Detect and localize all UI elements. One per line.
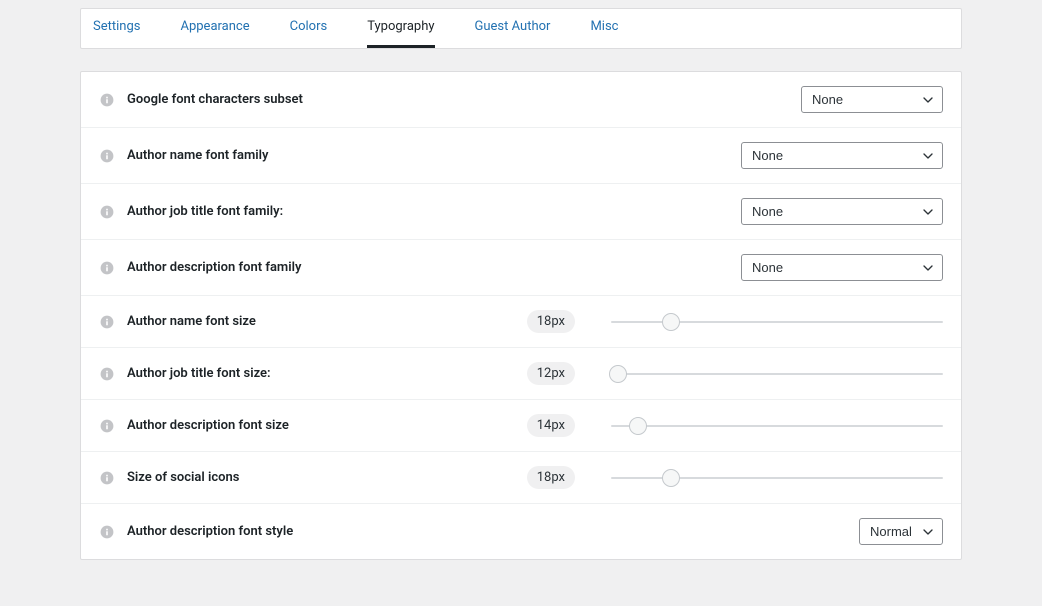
label-author-job-size: Author job title font size: <box>127 366 271 381</box>
tab-guest-author[interactable]: Guest Author <box>475 9 551 48</box>
info-icon <box>99 314 115 330</box>
badge-author-job-size: 12px <box>527 362 575 385</box>
tabs: Settings Appearance Colors Typography Gu… <box>81 9 961 48</box>
select-author-desc-style[interactable]: Normal <box>859 518 943 545</box>
info-icon <box>99 148 115 164</box>
info-icon <box>99 418 115 434</box>
select-author-job-family[interactable]: None <box>741 198 943 225</box>
select-author-name-family[interactable]: None <box>741 142 943 169</box>
info-icon <box>99 92 115 108</box>
slider-social-icon-size[interactable] <box>611 469 943 487</box>
select-google-subset[interactable]: None <box>801 86 943 113</box>
info-icon <box>99 260 115 276</box>
row-author-name-family: Author name font family None <box>81 128 961 184</box>
tab-typography[interactable]: Typography <box>367 9 434 48</box>
badge-author-desc-size: 14px <box>527 414 575 437</box>
label-social-icon-size: Size of social icons <box>127 470 239 485</box>
info-icon <box>99 366 115 382</box>
label-google-subset: Google font characters subset <box>127 92 303 107</box>
tab-settings[interactable]: Settings <box>93 9 140 48</box>
row-google-subset: Google font characters subset None <box>81 72 961 128</box>
tab-misc[interactable]: Misc <box>590 9 618 48</box>
tabs-panel: Settings Appearance Colors Typography Gu… <box>80 8 962 49</box>
info-icon <box>99 524 115 540</box>
row-author-desc-style: Author description font style Normal <box>81 504 961 559</box>
row-author-desc-family: Author description font family None <box>81 240 961 296</box>
slider-author-name-size[interactable] <box>611 313 943 331</box>
slider-thumb[interactable] <box>662 313 680 331</box>
badge-social-icon-size: 18px <box>527 466 575 489</box>
row-social-icon-size: Size of social icons 18px <box>81 452 961 504</box>
tab-colors[interactable]: Colors <box>290 9 328 48</box>
select-author-desc-family[interactable]: None <box>741 254 943 281</box>
label-author-name-size: Author name font size <box>127 314 256 329</box>
row-author-name-size: Author name font size 18px <box>81 296 961 348</box>
badge-author-name-size: 18px <box>527 310 575 333</box>
label-author-name-family: Author name font family <box>127 148 268 163</box>
slider-thumb[interactable] <box>629 417 647 435</box>
slider-author-desc-size[interactable] <box>611 417 943 435</box>
row-author-job-size: Author job title font size: 12px <box>81 348 961 400</box>
slider-thumb[interactable] <box>609 365 627 383</box>
slider-track <box>611 425 943 427</box>
label-author-desc-size: Author description font size <box>127 418 289 433</box>
slider-author-job-size[interactable] <box>611 365 943 383</box>
settings-panel: Google font characters subset None Autho… <box>80 71 962 560</box>
info-icon <box>99 470 115 486</box>
label-author-desc-style: Author description font style <box>127 524 293 539</box>
info-icon <box>99 204 115 220</box>
row-author-job-family: Author job title font family: None <box>81 184 961 240</box>
slider-track <box>611 373 943 375</box>
label-author-desc-family: Author description font family <box>127 260 301 275</box>
label-author-job-family: Author job title font family: <box>127 204 283 219</box>
slider-thumb[interactable] <box>662 469 680 487</box>
tab-appearance[interactable]: Appearance <box>180 9 249 48</box>
row-author-desc-size: Author description font size 14px <box>81 400 961 452</box>
